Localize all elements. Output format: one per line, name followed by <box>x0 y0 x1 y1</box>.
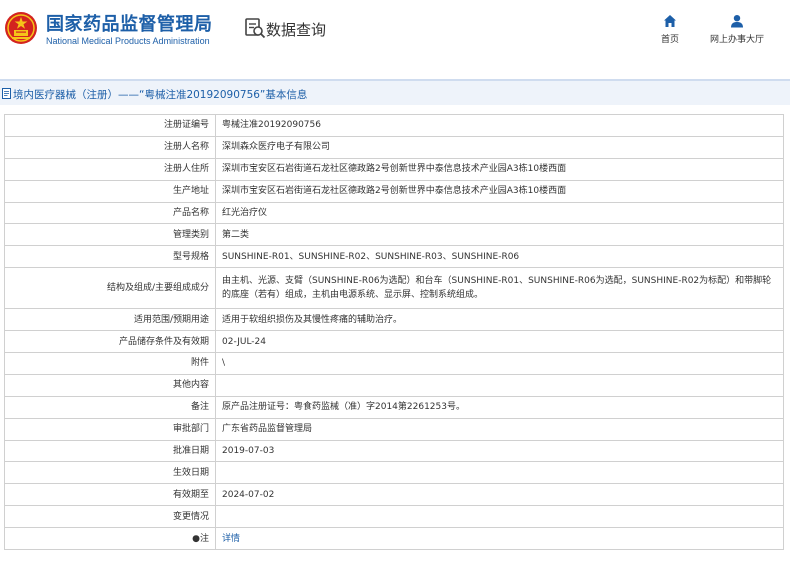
row-label: 审批部门 <box>4 417 216 441</box>
table-row: 生产地址 深圳市宝安区石岩街道石龙社区德政路2号创新世界中泰信息技术产业园A3栋… <box>4 179 784 203</box>
details-link[interactable]: 详情 <box>222 534 240 544</box>
row-value: 红光治疗仪 <box>215 201 784 225</box>
table-row: 型号规格 SUNSHINE-R01、SUNSHINE-R02、SUNSHINE-… <box>4 245 784 269</box>
row-label-note: ●注 <box>4 527 216 551</box>
row-label: 有效期至 <box>4 483 216 507</box>
nav-online-service[interactable]: 网上办事大厅 <box>707 14 767 45</box>
row-label: 生产地址 <box>4 179 216 203</box>
row-label: 附件 <box>4 352 216 375</box>
page: 国家药品监督管理局 National Medical Products Admi… <box>0 0 790 576</box>
table-row: ●注 详情 <box>4 527 784 551</box>
row-value: 2019-07-03 <box>215 439 784 463</box>
row-label: 注册人名称 <box>4 135 216 159</box>
document-icon <box>2 88 11 99</box>
row-label: 注册人住所 <box>4 157 216 181</box>
row-label: 注册证编号 <box>4 114 216 137</box>
row-label: 型号规格 <box>4 245 216 269</box>
nav-home[interactable]: 首页 <box>640 14 700 45</box>
registration-info-table: 注册证编号 粤械注准20192090756 注册人名称 深圳森众医疗电子有限公司… <box>4 114 784 551</box>
row-value: 02-JUL-24 <box>215 330 784 354</box>
detail-title-bar: 境内医疗器械（注册）——“粤械注准20192090756”基本信息 <box>0 79 790 105</box>
row-label: 批准日期 <box>4 439 216 463</box>
table-row: 注册证编号 粤械注准20192090756 <box>4 114 784 137</box>
table-row: 产品储存条件及有效期 02-JUL-24 <box>4 330 784 354</box>
row-label: 其他内容 <box>4 373 216 397</box>
national-emblem-icon <box>5 12 37 44</box>
row-label: 变更情况 <box>4 505 216 529</box>
row-label: 注 <box>199 533 209 544</box>
table-row: 生效日期 <box>4 461 784 485</box>
table-row: 结构及组成/主要组成成分 由主机、光源、支臂（SUNSHINE-R06为选配）和… <box>4 267 784 310</box>
row-value: 深圳市宝安区石岩街道石龙社区德政路2号创新世界中泰信息技术产业园A3栋10楼西面 <box>215 157 784 181</box>
row-value <box>215 505 784 529</box>
table-row: 有效期至 2024-07-02 <box>4 483 784 507</box>
row-value: 由主机、光源、支臂（SUNSHINE-R06为选配）和台车（SUNSHINE-R… <box>215 267 784 310</box>
table-row: 附件 \ <box>4 352 784 375</box>
table-row: 注册人名称 深圳森众医疗电子有限公司 <box>4 135 784 159</box>
row-value <box>215 461 784 485</box>
row-value: 深圳市宝安区石岩街道石龙社区德政路2号创新世界中泰信息技术产业园A3栋10楼西面 <box>215 179 784 203</box>
nav-online-service-label: 网上办事大厅 <box>709 35 764 45</box>
home-icon <box>664 15 676 27</box>
row-value: 广东省药品监督管理局 <box>215 417 784 441</box>
table-row: 注册人住所 深圳市宝安区石岩街道石龙社区德政路2号创新世界中泰信息技术产业园A3… <box>4 157 784 181</box>
row-value <box>215 373 784 397</box>
table-row: 管理类别 第二类 <box>4 223 784 247</box>
table-row: 其他内容 <box>4 373 784 397</box>
row-value: 适用于软组织损伤及其慢性疼痛的辅助治疗。 <box>215 308 784 332</box>
row-value: 原产品注册证号：粤食药监械（准）字2014第2261253号。 <box>215 395 784 419</box>
row-value: 粤械注准20192090756 <box>215 114 784 137</box>
row-value: 详情 <box>215 527 784 551</box>
row-value: \ <box>215 352 784 375</box>
row-label: 结构及组成/主要组成成分 <box>4 267 216 310</box>
brand-title-cn[interactable]: 国家药品监督管理局 <box>46 10 213 36</box>
detail-title: 境内医疗器械（注册）——“粤械注准20192090756”基本信息 <box>13 89 308 101</box>
user-icon <box>731 15 743 28</box>
table-row: 批准日期 2019-07-03 <box>4 439 784 463</box>
site-header: 国家药品监督管理局 National Medical Products Admi… <box>0 0 790 62</box>
row-value: SUNSHINE-R01、SUNSHINE-R02、SUNSHINE-R03、S… <box>215 245 784 269</box>
row-label: 适用范围/预期用途 <box>4 308 216 332</box>
row-label: 生效日期 <box>4 461 216 485</box>
table-row: 产品名称 红光治疗仪 <box>4 201 784 225</box>
bulb-icon: ● <box>192 533 200 544</box>
row-value: 第二类 <box>215 223 784 247</box>
row-value: 2024-07-02 <box>215 483 784 507</box>
row-label: 管理类别 <box>4 223 216 247</box>
row-label: 产品名称 <box>4 201 216 225</box>
table-row: 备注 原产品注册证号：粤食药监械（准）字2014第2261253号。 <box>4 395 784 419</box>
table-row: 变更情况 <box>4 505 784 529</box>
row-label: 产品储存条件及有效期 <box>4 330 216 354</box>
brand-title-en[interactable]: National Medical Products Administration <box>46 36 210 46</box>
row-label: 备注 <box>4 395 216 419</box>
data-query-title: 数据查询 <box>266 21 327 39</box>
table-row: 适用范围/预期用途 适用于软组织损伤及其慢性疼痛的辅助治疗。 <box>4 308 784 332</box>
table-row: 审批部门 广东省药品监督管理局 <box>4 417 784 441</box>
nav-home-label: 首页 <box>660 35 679 45</box>
row-value: 深圳森众医疗电子有限公司 <box>215 135 784 159</box>
data-query-icon <box>245 18 266 39</box>
